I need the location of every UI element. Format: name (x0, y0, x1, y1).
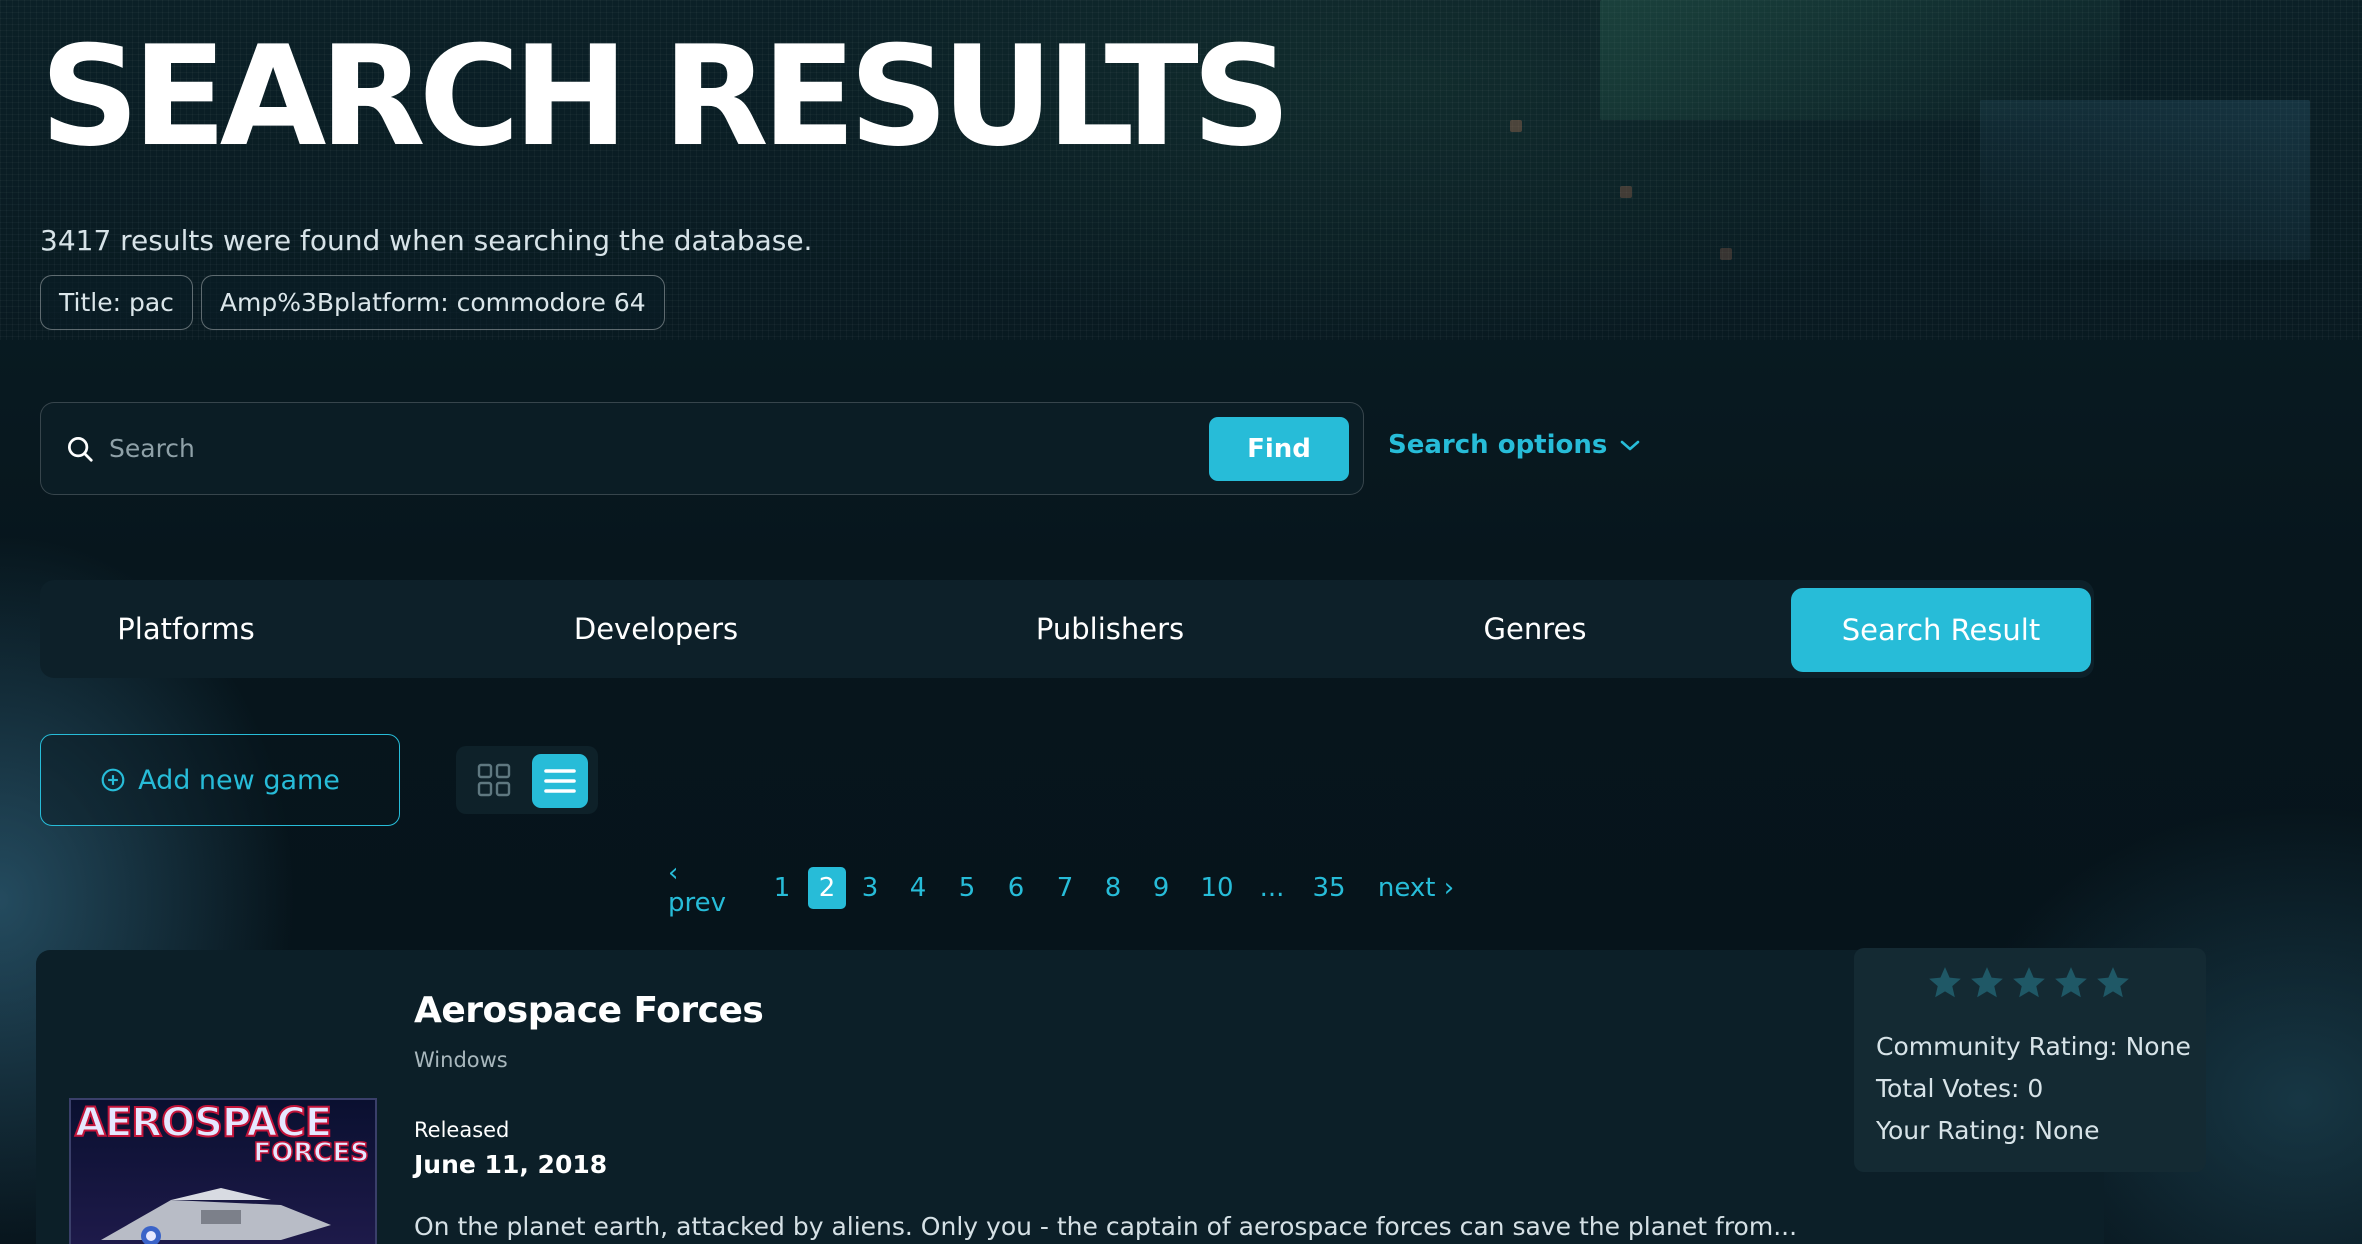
background-decoration (1980, 100, 2310, 260)
star-icon[interactable] (2010, 964, 2048, 1002)
search-bar: Find (40, 402, 1364, 495)
background-decoration (1510, 120, 1522, 132)
search-options-toggle[interactable]: Search options (1388, 430, 1641, 460)
your-rating: Your Rating: None (1876, 1116, 2100, 1145)
list-view-icon (544, 769, 576, 793)
pagination-page[interactable]: 10 (1199, 867, 1235, 909)
find-button[interactable]: Find (1209, 416, 1349, 481)
filter-chip-platform[interactable]: Amp%3Bplatform: commodore 64 (200, 275, 665, 330)
add-new-game-label: Add new game (138, 764, 340, 796)
total-votes: Total Votes: 0 (1876, 1074, 2044, 1103)
pagination-page[interactable]: 1 (770, 867, 794, 909)
cover-subtitle-text: FORCES (253, 1137, 370, 1169)
star-icon[interactable] (1968, 964, 2006, 1002)
pagination-next[interactable]: next › (1376, 867, 1456, 909)
background-decoration (1600, 0, 2120, 120)
view-mode-toggle (456, 746, 598, 814)
tab-genres[interactable]: Genres (1380, 580, 1690, 678)
pagination-page[interactable]: 4 (906, 867, 930, 909)
list-view-button[interactable] (532, 754, 588, 808)
page: SEARCH RESULTS 3417 results were found w… (0, 0, 2362, 1244)
star-icon[interactable] (2094, 964, 2132, 1002)
community-rating: Community Rating: None (1876, 1032, 2191, 1061)
add-new-game-button[interactable]: Add new game (40, 734, 400, 826)
pagination-page[interactable]: 3 (858, 867, 882, 909)
star-icon[interactable] (2052, 964, 2090, 1002)
tab-search-result[interactable]: Search Result (1791, 588, 2091, 672)
tab-developers[interactable]: Developers (476, 580, 836, 678)
grid-view-icon[interactable] (476, 762, 512, 798)
game-cover-image[interactable]: AEROSPACE FORCES (69, 1098, 377, 1244)
tab-publishers[interactable]: Publishers (920, 580, 1300, 678)
pagination-ellipsis: ... (1259, 873, 1285, 903)
category-tabs: Platforms Developers Publishers Genres S… (40, 580, 2094, 678)
search-icon (68, 436, 93, 462)
released-label: Released (414, 1118, 510, 1142)
rating-panel: Community Rating: None Total Votes: 0 Yo… (1854, 948, 2206, 1172)
chevron-down-icon (1621, 440, 1640, 451)
filter-chip-title[interactable]: Title: pac (40, 275, 193, 330)
pagination-page[interactable]: 8 (1101, 867, 1125, 909)
plus-circle-icon (101, 768, 125, 792)
result-count: 3417 results were found when searching t… (40, 224, 813, 257)
game-description: On the planet earth, attacked by aliens.… (414, 1212, 1798, 1241)
pagination-page-current[interactable]: 2 (808, 867, 846, 909)
pagination-page[interactable]: 7 (1053, 867, 1077, 909)
filter-chips: Title: pac Amp%3Bplatform: commodore 64 (40, 275, 665, 330)
game-title[interactable]: Aerospace Forces (414, 990, 764, 1031)
search-options-label: Search options (1388, 430, 1608, 460)
spaceship-illustration (101, 1188, 331, 1244)
page-title: SEARCH RESULTS (40, 16, 1291, 177)
tab-platforms[interactable]: Platforms (40, 580, 332, 678)
star-icon[interactable] (1926, 964, 1964, 1002)
game-result-card[interactable]: AEROSPACE FORCES Aerospace Forces Window… (36, 950, 2104, 1244)
pagination-prev[interactable]: ‹ prev (668, 858, 744, 918)
pagination-page[interactable]: 35 (1311, 867, 1347, 909)
pagination-page[interactable]: 9 (1149, 867, 1173, 909)
game-platform: Windows (414, 1048, 508, 1072)
rating-stars[interactable] (1926, 964, 2132, 1002)
pagination: ‹ prev 1 2 3 4 5 6 7 8 9 10 ... 35 next … (668, 858, 1456, 918)
pagination-page[interactable]: 5 (955, 867, 979, 909)
pagination-page[interactable]: 6 (1004, 867, 1028, 909)
background-decoration (1620, 186, 1632, 198)
search-input[interactable] (109, 418, 1209, 479)
background-decoration (1720, 248, 1732, 260)
released-date: June 11, 2018 (414, 1150, 608, 1179)
